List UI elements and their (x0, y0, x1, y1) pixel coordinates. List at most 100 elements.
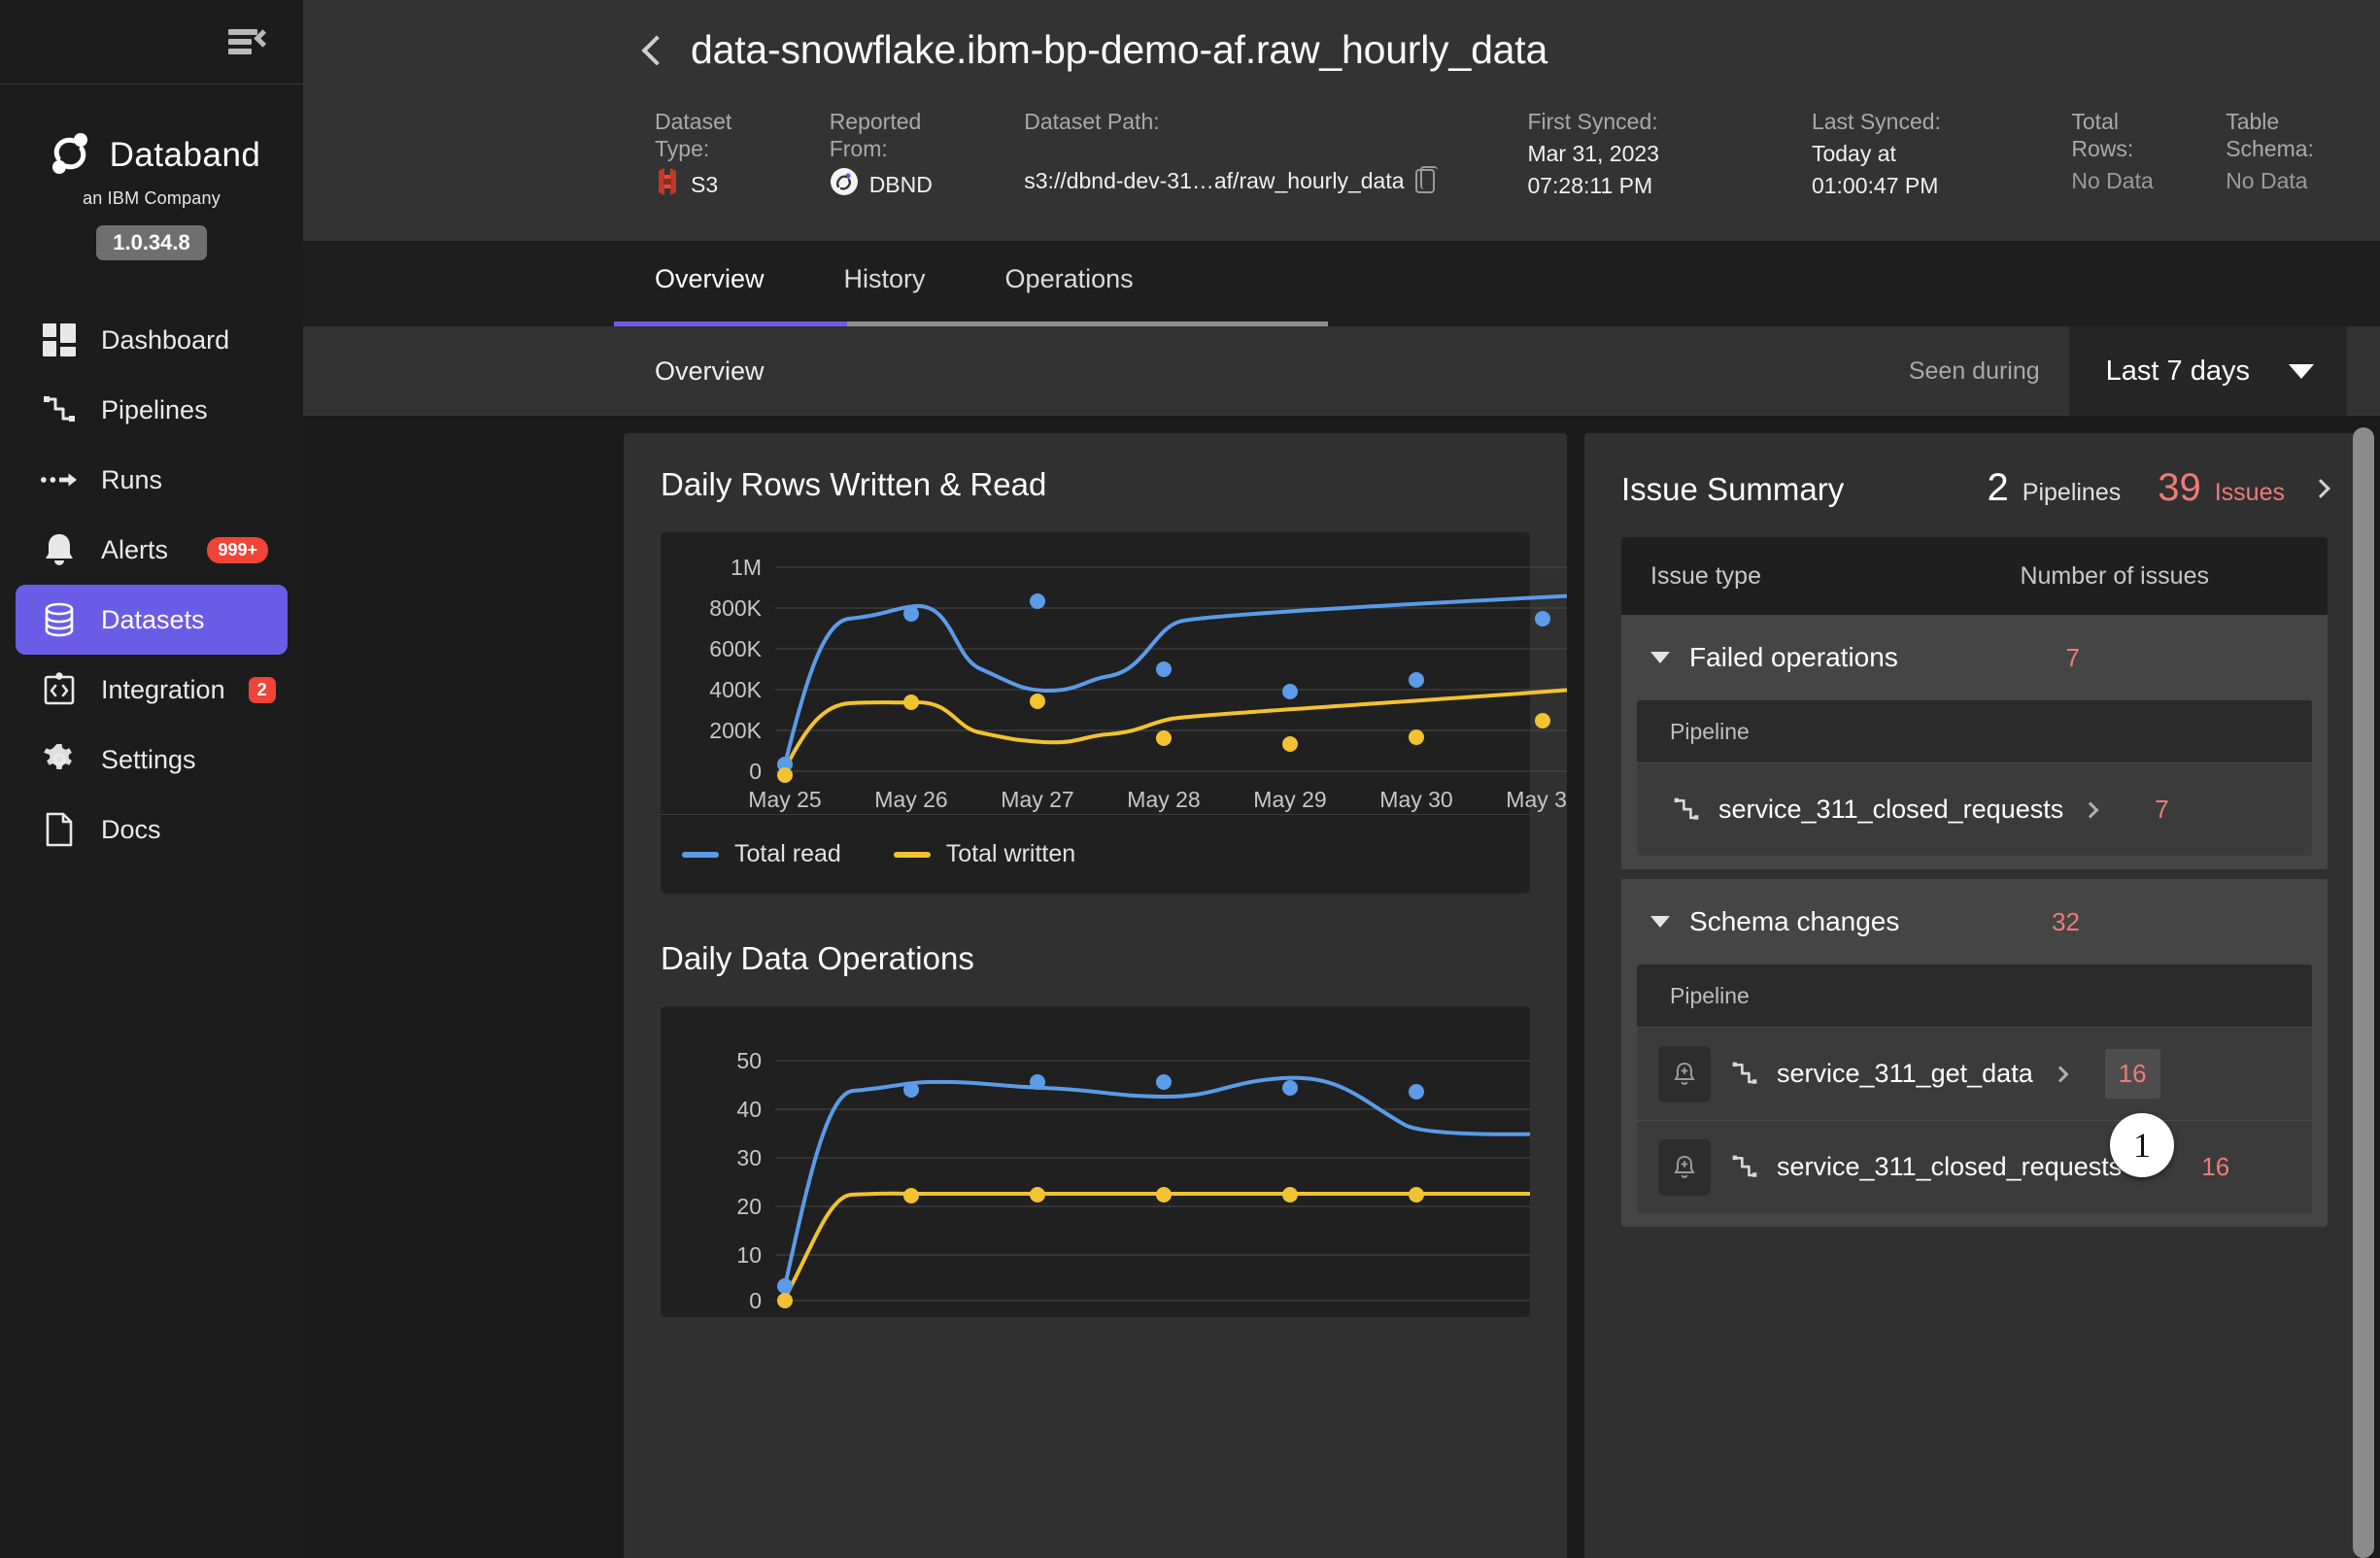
sidebar-item-label: Dashboard (101, 324, 230, 355)
caret-down-icon (1650, 652, 1671, 664)
add-alert-bell-icon[interactable] (1658, 1138, 1712, 1196)
meta-label: First Synced: (1527, 109, 1658, 134)
meta-value: S3 (655, 167, 830, 202)
meta-first-synced: First Synced: Mar 31, 2023 07:28:11 PM (1527, 108, 1812, 199)
database-icon (41, 601, 78, 638)
sidebar-item-datasets[interactable]: Datasets (16, 585, 288, 655)
sidebar-item-dashboard[interactable]: Dashboard (16, 305, 288, 375)
tab-operations[interactable]: Operations (1005, 241, 1134, 322)
svg-text:1M: 1M (731, 555, 762, 580)
legend-swatch-written (893, 851, 931, 858)
column-header-number-of-issues: Number of issues (2020, 561, 2209, 590)
issue-group-toggle[interactable]: Failed operations 7 (1621, 615, 2328, 700)
pipeline-icon (1728, 1151, 1761, 1184)
svg-text:May 30: May 30 (1379, 787, 1452, 812)
meta-value: s3://dbnd-dev-31…af/raw_hourly_data (1024, 165, 1527, 194)
svg-text:40: 40 (736, 1097, 762, 1122)
databand-logo-icon (43, 125, 97, 185)
svg-text:50: 50 (736, 1048, 762, 1073)
tab-overview[interactable]: Overview (655, 241, 765, 322)
meta-label: Dataset Path: (1024, 109, 1160, 134)
meta-value: DBND (830, 167, 1025, 202)
sidebar-header (0, 0, 303, 85)
svg-text:0: 0 (749, 759, 762, 784)
sidebar-item-runs[interactable]: Runs (16, 445, 288, 515)
legend-label: Total written (945, 840, 1076, 868)
annotation-badge-1: 1 (2110, 1113, 2174, 1177)
table-row[interactable]: service_311_closed_requests 7 (1637, 762, 2312, 856)
daily-operations-chart[interactable]: 50 40 30 20 10 0 (661, 1006, 1531, 1317)
table-row[interactable]: service_311_get_data 16 (1637, 1027, 2312, 1120)
meta-label: Rows: (2071, 136, 2134, 162)
main-content: data-snowflake.ibm-bp-demo-af.raw_hourly… (303, 0, 2380, 1558)
vertical-scrollbar[interactable] (2353, 427, 2374, 1558)
legend-item[interactable]: Total read (682, 840, 841, 868)
chevron-right-icon[interactable] (2311, 478, 2330, 498)
bell-icon (41, 531, 78, 568)
sidebar-item-label: Docs (101, 814, 161, 844)
sidebar-item-label: Alerts (101, 534, 169, 564)
sidebar-item-label: Runs (101, 464, 163, 494)
sidebar-item-settings[interactable]: Settings (16, 725, 288, 795)
column-header-issue-type: Issue type (1650, 561, 1761, 590)
page-header: data-snowflake.ibm-bp-demo-af.raw_hourly… (303, 0, 2380, 242)
meta-value-line1: Mar 31, 2023 (1527, 141, 1659, 167)
page-title: data-snowflake.ibm-bp-demo-af.raw_hourly… (691, 27, 1548, 72)
sidebar-item-label: Settings (101, 744, 196, 774)
meta-value-text: S3 (691, 172, 719, 198)
issue-group-schema-changes: Schema changes 32 Pipeline service_311_g… (1621, 879, 2328, 1228)
meta-label: Total (2071, 109, 2119, 134)
overview-subbar: Overview Seen during Last 7 days (303, 326, 2380, 417)
tab-history[interactable]: History (844, 241, 926, 322)
issue-group-toggle[interactable]: Schema changes 32 (1621, 879, 2328, 965)
svg-text:May 28: May 28 (1127, 787, 1200, 812)
chevron-left-icon[interactable] (641, 34, 672, 66)
chevron-down-icon (2289, 363, 2314, 379)
chevron-right-icon[interactable] (2052, 1066, 2069, 1083)
pipelines-label: Pipelines (2022, 479, 2122, 507)
sidebar-item-docs[interactable]: Docs (16, 795, 288, 864)
meta-value-line2: 07:28:11 PM (1527, 173, 1653, 199)
issue-group-name: Schema changes (1689, 906, 1900, 937)
daily-rows-chart[interactable]: 1M 800K 600K 400K 200K 0 May 25 May 26 M… (661, 532, 1568, 814)
title-row: data-snowflake.ibm-bp-demo-af.raw_hourly… (303, 0, 2380, 73)
ops-chart-title: Daily Data Operations (661, 940, 974, 977)
issue-group-failed-operations: Failed operations 7 Pipeline service_311… (1621, 615, 2328, 870)
chevron-right-icon[interactable] (2082, 801, 2099, 819)
sidebar-item-integration[interactable]: Integration 2 (16, 655, 288, 725)
sidebar-item-label: Datasets (101, 604, 205, 634)
sidebar-footer-nav: Settings Docs (0, 725, 303, 899)
meta-label: From: (829, 136, 888, 162)
svg-text:May 27: May 27 (1001, 787, 1073, 812)
ops-chart-card: 50 40 30 20 10 0 (661, 1006, 1531, 1318)
meta-label: Table (2226, 109, 2280, 134)
sidebar-item-label: Pipelines (101, 394, 208, 424)
collapse-menu-icon[interactable] (228, 25, 272, 58)
date-range-value: Last 7 days (2105, 355, 2250, 387)
table-row[interactable]: service_311_closed_requests 16 (1637, 1120, 2312, 1213)
issue-summary-header: Issue Summary 2 Pipelines 39 Issues (1621, 466, 2330, 510)
issue-table-header: Issue type Number of issues (1621, 537, 2328, 616)
brand-subtitle: an IBM Company (83, 188, 221, 208)
sidebar-item-pipelines[interactable]: Pipelines (16, 375, 288, 445)
dataset-meta-row: Dataset Type: S3 Reported From: DBND Dat… (303, 73, 2380, 202)
meta-value-text: No Data (2071, 168, 2154, 194)
pipeline-name: service_311_get_data (1777, 1059, 2033, 1089)
add-alert-bell-icon[interactable] (1658, 1045, 1712, 1102)
copy-icon[interactable] (1414, 165, 1438, 193)
meta-dataset-path: Dataset Path: s3://dbnd-dev-31…af/raw_ho… (1024, 108, 1527, 194)
rows-chart-card: 1M 800K 600K 400K 200K 0 May 25 May 26 M… (661, 532, 1568, 895)
issue-summary-panel: Issue Summary 2 Pipelines 39 Issues Issu… (1584, 433, 2364, 1558)
issue-summary-stats: 2 Pipelines 39 Issues (1987, 466, 2330, 510)
sidebar-item-alerts[interactable]: Alerts 999+ (16, 515, 288, 585)
gear-icon (41, 741, 78, 778)
legend-label: Total read (734, 840, 841, 868)
issues-count: 39 (2158, 466, 2201, 510)
issue-subtable: Pipeline service_311_get_data 16 service… (1637, 965, 2312, 1214)
svg-text:400K: 400K (709, 677, 762, 702)
pipelines-count: 2 (1987, 466, 2009, 510)
legend-item[interactable]: Total written (893, 840, 1076, 868)
issue-group-name: Failed operations (1689, 642, 1898, 673)
row-issue-count: 16 (2201, 1152, 2230, 1182)
date-range-select[interactable]: Last 7 days (2068, 326, 2347, 417)
